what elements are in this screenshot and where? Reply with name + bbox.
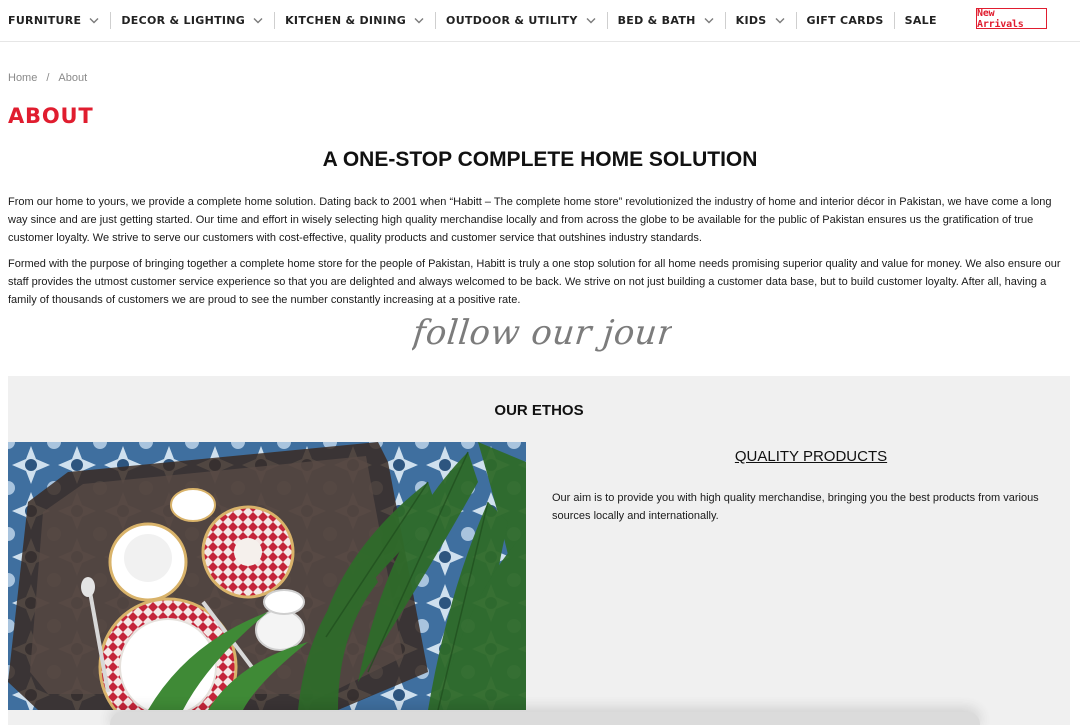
nav-item-label: OUTDOOR & UTILITY (446, 14, 578, 27)
nav-item-kids[interactable]: KIDS (736, 13, 786, 29)
chevron-down-icon[interactable] (413, 15, 425, 27)
nav-item-sale[interactable]: SALE (905, 13, 937, 29)
breadcrumb-separator: / (46, 72, 50, 84)
chevron-down-icon[interactable] (585, 15, 597, 27)
breadcrumb-current: About (58, 72, 88, 84)
quality-products-heading[interactable]: QUALITY PRODUCTS (552, 448, 1070, 465)
about-paragraph-2: Formed with the purpose of bringing toge… (8, 258, 1061, 306)
nav-divider (274, 12, 276, 29)
top-navigation: FURNITURE DECOR & LIGHTING KITCHEN & DININ… (0, 0, 1080, 42)
page-title: ABOUT (8, 104, 94, 128)
tableware-photo (8, 442, 526, 710)
chevron-down-icon[interactable] (774, 15, 786, 27)
nav-item-label: DECOR & LIGHTING (121, 14, 246, 27)
chevron-down-icon[interactable] (88, 15, 100, 27)
breadcrumb: Home / About (8, 72, 87, 84)
chevron-down-icon[interactable] (703, 15, 715, 27)
nav-item-bed-and-bath[interactable]: BED & BATH (618, 13, 715, 29)
nav-divider (110, 12, 112, 29)
nav-item-gift-cards[interactable]: GIFT CARDS (807, 13, 884, 29)
breadcrumb-home-link[interactable]: Home (8, 72, 37, 84)
nav-item-label: BED & BATH (617, 14, 696, 27)
nav-item-label: GIFT CARDS (806, 14, 884, 27)
nav-divider (724, 12, 726, 29)
journey-script-text: follow our journey (412, 313, 672, 353)
nav-item-decor-and-lighting[interactable]: DECOR & LIGHTING (121, 13, 264, 29)
nav-divider (893, 12, 895, 29)
nav-item-kitchen-and-dining[interactable]: KITCHEN & DINING (285, 13, 425, 29)
nav-item-label: FURNITURE (8, 14, 82, 27)
nav-item-label: SALE (904, 14, 937, 27)
nav-item-label: KITCHEN & DINING (285, 14, 407, 27)
quality-products-text: Our aim is to provide you with high qual… (552, 492, 1039, 522)
nav-divider (795, 12, 797, 29)
nav-item-label: KIDS (735, 14, 767, 27)
follow-our-journey-graphic: follow our journey (412, 313, 672, 353)
new-arrivals-button[interactable]: New Arrivals (976, 8, 1047, 30)
nav-item-furniture[interactable]: FURNITURE (8, 13, 100, 29)
nav-divider (435, 12, 437, 29)
nav-menu: FURNITURE DECOR & LIGHTING KITCHEN & DININ… (0, 0, 937, 41)
bottom-overlay-edge (110, 712, 980, 725)
nav-divider (606, 12, 608, 29)
nav-item-outdoor-and-utility[interactable]: OUTDOOR & UTILITY (446, 13, 597, 29)
about-paragraph-1: From our home to yours, we provide a com… (8, 196, 1052, 244)
ethos-title: OUR ETHOS (494, 402, 584, 419)
chevron-down-icon[interactable] (252, 15, 264, 27)
ethos-section: OUR ETHOS QUALITY PRODUCTS Our aim is to… (8, 376, 1070, 725)
headline: A ONE-STOP COMPLETE HOME SOLUTION (322, 148, 758, 171)
